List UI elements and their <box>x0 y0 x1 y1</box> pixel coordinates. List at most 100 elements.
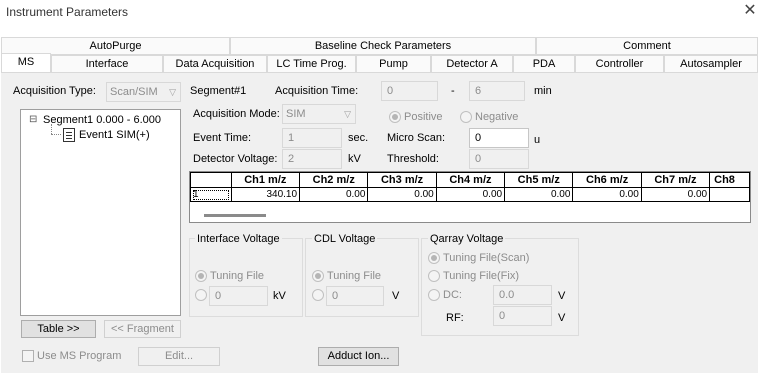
cdl-tuning-file-radio[interactable] <box>312 270 324 282</box>
column-header: Ch4 m/z <box>435 172 506 188</box>
row-header[interactable]: 1 <box>190 187 232 202</box>
column-header: Ch8 <box>709 172 750 188</box>
table-corner <box>190 172 232 188</box>
table-cell[interactable]: 0.00 <box>640 187 711 202</box>
document-icon <box>63 128 75 142</box>
tab-interface[interactable]: Interface <box>51 55 163 73</box>
time-separator: - <box>451 85 455 97</box>
cdl-voltage-title: CDL Voltage <box>312 233 378 245</box>
threshold-label: Threshold: <box>387 153 439 165</box>
fragment-button[interactable]: << Fragment <box>104 320 181 338</box>
micro-scan-field[interactable]: 0 <box>469 128 529 148</box>
qarray-voltage-title: Qarray Voltage <box>428 233 506 245</box>
tab-baseline-check[interactable]: Baseline Check Parameters <box>230 37 536 55</box>
micro-scan-unit: u <box>534 134 541 146</box>
tab-detector-a[interactable]: Detector A <box>431 55 513 73</box>
acquisition-mode-value: SIM <box>286 108 306 120</box>
qarray-rf-field[interactable]: 0 <box>493 306 552 326</box>
qarray-rf-label: RF: <box>446 312 464 324</box>
acquisition-time-label: Acquisition Time: <box>275 85 359 97</box>
interface-voltage-field[interactable]: 0 <box>209 286 268 306</box>
use-ms-program-label: Use MS Program <box>37 350 122 362</box>
table-cell[interactable]: 0.00 <box>572 187 642 202</box>
detector-voltage-label: Detector Voltage: <box>193 153 278 165</box>
qarray-tuning-fix-radio[interactable] <box>428 270 440 282</box>
qarray-tuning-scan-radio[interactable] <box>428 252 440 264</box>
interface-voltage-title: Interface Voltage <box>195 233 282 245</box>
tab-pump[interactable]: Pump <box>356 55 431 73</box>
tab-data-acquisition[interactable]: Data Acquisition <box>163 55 267 73</box>
event-time-unit: sec. <box>348 132 369 144</box>
adduct-ion-button[interactable]: Adduct Ion... <box>318 347 399 366</box>
qarray-dc-radio[interactable] <box>428 289 440 301</box>
use-ms-program-checkbox[interactable] <box>22 350 34 362</box>
edit-button[interactable]: Edit... <box>138 347 220 366</box>
column-header: Ch1 m/z <box>230 172 301 188</box>
tab-ms[interactable]: MS <box>1 53 51 73</box>
negative-radio[interactable] <box>460 111 472 123</box>
qarray-tuning-scan-label: Tuning File(Scan) <box>443 252 530 264</box>
acquisition-type-label: Acquisition Type: <box>13 85 96 97</box>
detector-voltage-unit: kV <box>348 153 361 165</box>
cdl-manual-radio[interactable] <box>312 289 324 301</box>
table-cell[interactable]: 0.00 <box>367 187 437 202</box>
interface-tuning-file-radio[interactable] <box>195 270 207 282</box>
tree-connector <box>51 134 61 135</box>
positive-label: Positive <box>404 111 443 123</box>
qarray-dc-unit: V <box>558 290 566 302</box>
cdl-voltage-field[interactable]: 0 <box>326 286 384 306</box>
event-time-label: Event Time: <box>193 132 252 144</box>
table-button[interactable]: Table >> <box>21 320 96 338</box>
interface-voltage-unit: kV <box>273 290 286 302</box>
qarray-rf-unit: V <box>558 312 566 324</box>
table-cell[interactable] <box>709 187 750 202</box>
tab-pda[interactable]: PDA <box>513 55 575 73</box>
column-header: Ch5 m/z <box>504 172 574 188</box>
interface-tuning-file-label: Tuning File <box>210 270 265 282</box>
tab-controller[interactable]: Controller <box>575 55 664 73</box>
time-unit: min <box>534 85 552 97</box>
acquisition-time-end[interactable]: 6 <box>469 81 525 101</box>
horizontal-scrollbar-thumb[interactable] <box>204 214 266 217</box>
channel-table[interactable]: Ch1 m/z Ch2 m/z Ch3 m/z Ch4 m/z Ch5 m/z … <box>189 171 751 223</box>
collapse-icon[interactable]: ⊟ <box>29 114 37 125</box>
acquisition-time-start[interactable]: 0 <box>381 81 438 101</box>
chevron-down-icon: ▽ <box>169 87 176 97</box>
cdl-tuning-file-label: Tuning File <box>327 270 382 282</box>
negative-label: Negative <box>475 111 519 123</box>
tab-lc-time-prog[interactable]: LC Time Prog. <box>267 55 356 73</box>
table-cell[interactable]: 0.00 <box>504 187 574 202</box>
acquisition-mode-label: Acquisition Mode: <box>193 108 280 120</box>
qarray-dc-label: DC: <box>443 289 462 301</box>
tree-segment-item[interactable]: Segment1 0.000 - 6.000 <box>43 114 161 126</box>
close-icon[interactable]: ✕ <box>742 2 758 20</box>
segment-label: Segment#1 <box>190 85 247 97</box>
micro-scan-label: Micro Scan: <box>387 132 446 144</box>
cdl-voltage-unit: V <box>392 290 400 302</box>
window-title: Instrument Parameters <box>6 5 129 19</box>
positive-radio[interactable] <box>389 111 401 123</box>
column-header: Ch6 m/z <box>572 172 642 188</box>
acquisition-type-select[interactable]: Scan/SIM ▽ <box>106 82 181 102</box>
qarray-dc-field[interactable]: 0.0 <box>493 285 552 305</box>
tree-event-item[interactable]: Event1 SIM(+) <box>79 129 150 141</box>
acquisition-type-value: Scan/SIM <box>110 86 158 98</box>
chevron-down-icon: ▽ <box>344 109 351 119</box>
column-header: Ch2 m/z <box>299 172 369 188</box>
table-row[interactable]: 1 340.10 0.00 0.00 0.00 0.00 0.00 0.00 <box>190 187 750 202</box>
tree-connector <box>51 124 52 134</box>
detector-voltage-field[interactable]: 2 <box>282 149 342 169</box>
tab-comment[interactable]: Comment <box>536 37 758 55</box>
segment-event-tree[interactable]: ⊟ Segment1 0.000 - 6.000 Event1 SIM(+) <box>20 109 181 316</box>
qarray-tuning-fix-label: Tuning File(Fix) <box>443 270 519 282</box>
threshold-field[interactable]: 0 <box>469 149 529 169</box>
interface-manual-radio[interactable] <box>195 289 207 301</box>
tab-autosampler[interactable]: Autosampler <box>664 55 758 73</box>
column-header: Ch3 m/z <box>367 172 437 188</box>
event-time-field[interactable]: 1 <box>282 128 342 148</box>
column-header: Ch7 m/z <box>640 172 711 188</box>
table-cell[interactable]: 340.10 <box>230 187 301 202</box>
table-cell[interactable]: 0.00 <box>435 187 506 202</box>
acquisition-mode-select[interactable]: SIM ▽ <box>282 104 356 124</box>
table-cell[interactable]: 0.00 <box>299 187 369 202</box>
